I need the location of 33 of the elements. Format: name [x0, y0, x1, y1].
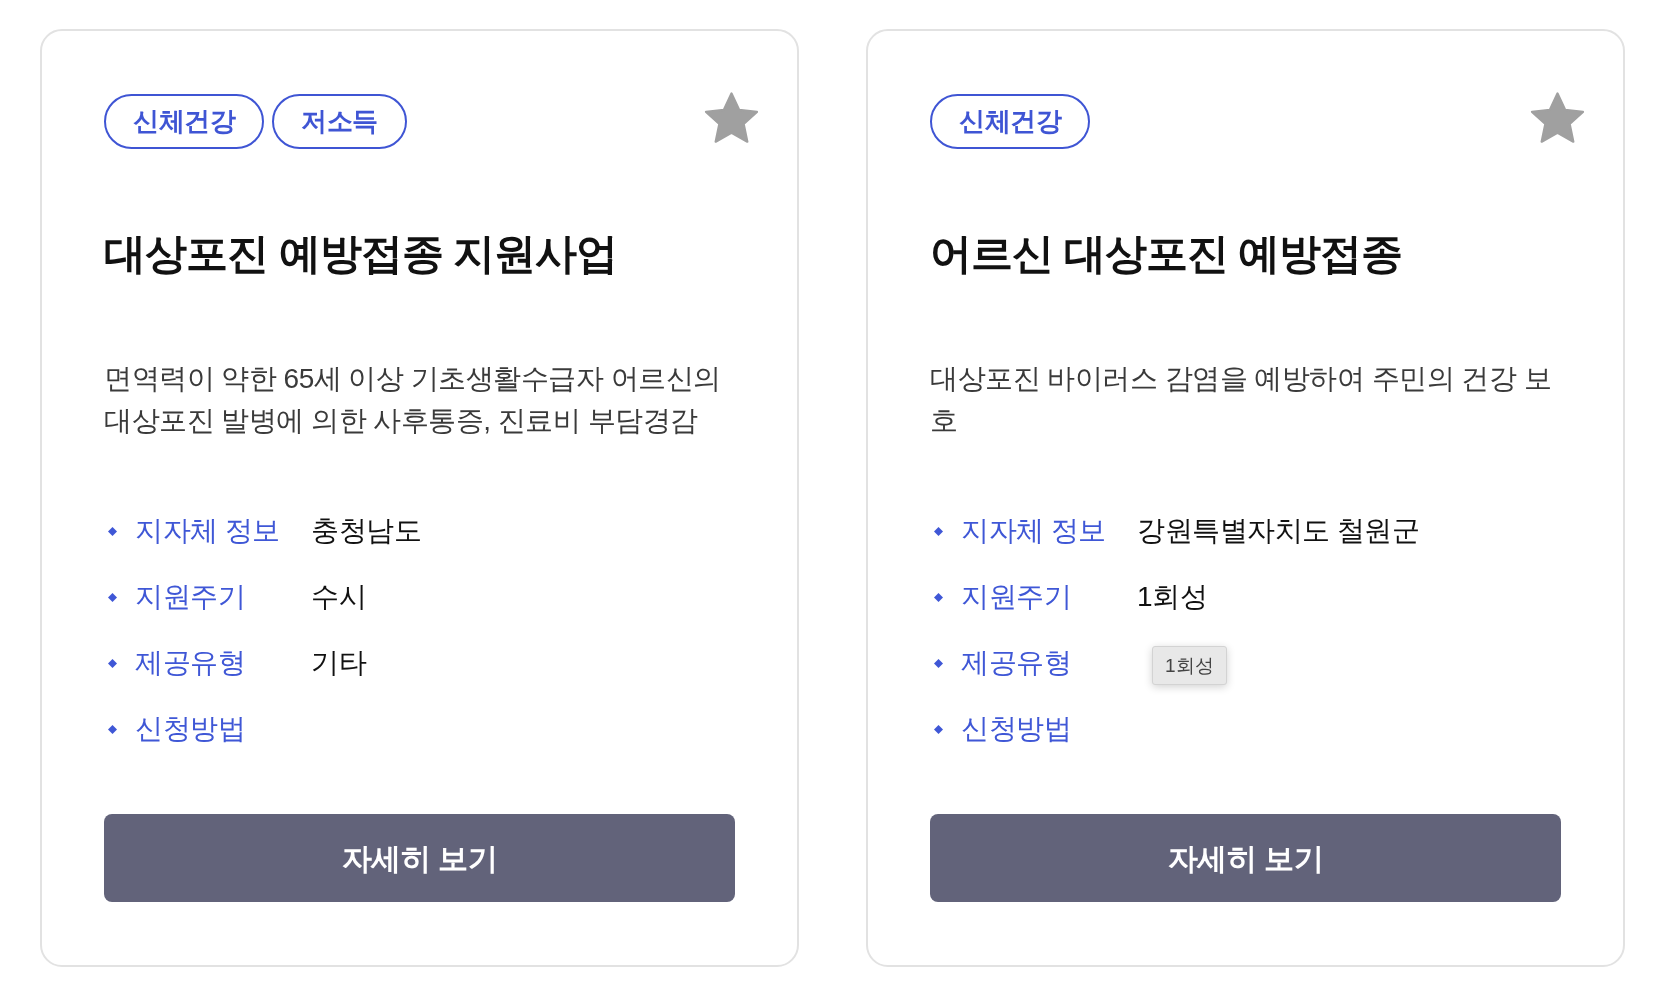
bullet-icon	[934, 526, 943, 536]
tooltip: 1회성	[1152, 646, 1227, 685]
info-value: 수시	[311, 580, 366, 614]
info-value: 강원특별자치도 철원군	[1137, 514, 1420, 548]
info-label: 신청방법	[135, 712, 246, 746]
info-label: 신청방법	[961, 712, 1072, 746]
card-title: 어르신 대상포진 예방접종	[930, 229, 1404, 279]
star-icon[interactable]	[1530, 92, 1585, 145]
card-description: 면역력이 약한 65세 이상 기초생활수급자 어르신의 대상포진 발병에 의한 사후통증, 진료비 부담경감	[104, 362, 722, 438]
category-tag: 저소득	[272, 94, 407, 149]
info-label: 지원주기	[961, 580, 1072, 614]
bullet-icon	[934, 658, 943, 668]
bullet-icon	[934, 592, 943, 602]
bullet-icon	[934, 724, 943, 734]
bullet-icon	[108, 658, 117, 668]
category-tag: 신체건강	[104, 94, 264, 149]
star-icon[interactable]	[704, 92, 759, 145]
info-label: 제공유형	[135, 646, 246, 680]
bullet-icon	[108, 526, 117, 536]
details-button[interactable]: 자세히 보기	[104, 814, 735, 902]
info-value: 충청남도	[311, 514, 421, 548]
info-label: 지원주기	[135, 580, 246, 614]
info-value: 1회성	[1137, 580, 1208, 614]
info-label: 지자체 정보	[135, 514, 281, 548]
category-tag: 신체건강	[930, 94, 1090, 149]
card-description: 대상포진 바이러스 감염을 예방하여 주민의 건강 보호	[930, 362, 1553, 438]
bullet-icon	[108, 592, 117, 602]
info-label: 제공유형	[961, 646, 1072, 680]
bullet-icon	[108, 724, 117, 734]
details-button[interactable]: 자세히 보기	[930, 814, 1561, 902]
card-title: 대상포진 예방접종 지원사업	[104, 229, 619, 279]
info-label: 지자체 정보	[961, 514, 1107, 548]
info-value: 기타	[311, 646, 366, 680]
